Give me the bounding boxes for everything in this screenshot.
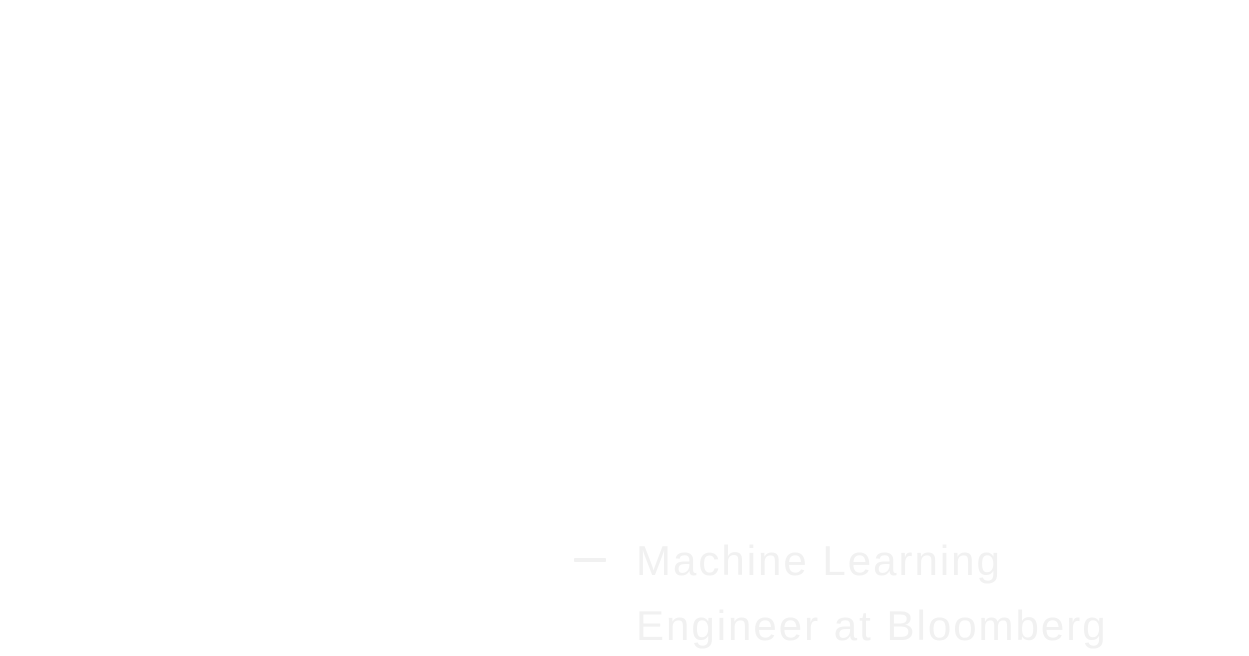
author-role-text: Machine Learning Engineer at Bloomberg bbox=[636, 537, 1108, 649]
testimonial-attribution: Machine Learning Engineer at Bloomberg bbox=[574, 528, 1156, 656]
dash-icon bbox=[574, 558, 606, 562]
page-canvas: Machine Learning Engineer at Bloomberg bbox=[0, 0, 1249, 656]
